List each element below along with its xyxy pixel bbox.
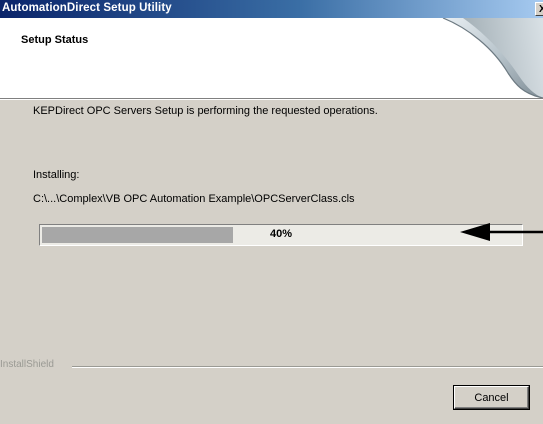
cancel-button[interactable]: Cancel — [454, 386, 529, 409]
header-divider — [0, 98, 543, 100]
footer-divider — [72, 366, 543, 368]
header-panel: Setup Status — [0, 18, 543, 98]
title-bar[interactable]: AutomationDirect Setup Utility X — [0, 0, 543, 18]
page-curl-icon — [442, 18, 543, 98]
header-title: Setup Status — [21, 34, 89, 46]
progress-percent-label: 40% — [269, 228, 293, 240]
current-file-path: C:\...\Complex\VB OPC Automation Example… — [33, 193, 355, 205]
progress-bar: 40% — [39, 224, 523, 246]
window-title: AutomationDirect Setup Utility — [2, 2, 172, 14]
close-button[interactable]: X — [535, 2, 543, 16]
left-arrow-icon — [460, 223, 543, 241]
status-message: KEPDirect OPC Servers Setup is performin… — [33, 105, 378, 117]
installshield-brand: InstallShield — [0, 359, 54, 370]
setup-dialog: AutomationDirect Setup Utility X Setup S… — [0, 0, 543, 424]
installing-label: Installing: — [33, 169, 80, 181]
